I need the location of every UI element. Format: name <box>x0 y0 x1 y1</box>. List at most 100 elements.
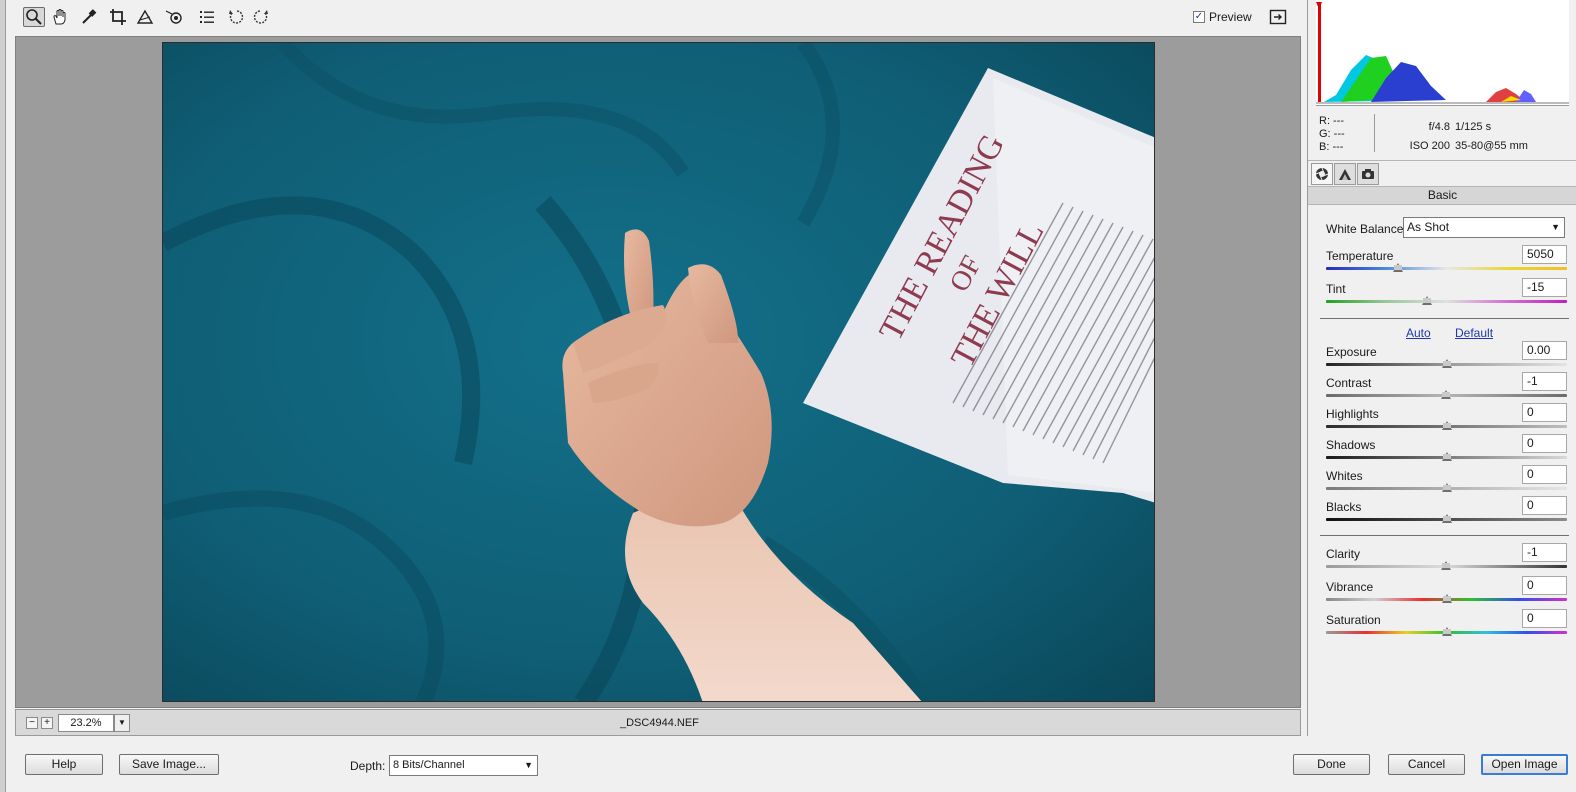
r-value: R: --- <box>1319 115 1345 127</box>
crop-tool-icon[interactable] <box>107 7 129 27</box>
vibrance-value-field[interactable]: 0 <box>1522 576 1567 595</box>
zoom-in-button[interactable]: + <box>41 717 53 729</box>
temperature-value-field[interactable]: 5050 <box>1522 245 1567 264</box>
whites-label: Whites <box>1326 469 1363 483</box>
exposure-right-column: 1/125 s 35-80@55 mm <box>1455 118 1528 156</box>
chevron-down-icon: ▼ <box>524 760 533 770</box>
tint-slider-row: Tint -15 <box>1326 278 1567 312</box>
clarity-slider-thumb[interactable] <box>1440 561 1451 570</box>
highlights-slider-thumb[interactable] <box>1441 421 1452 430</box>
exposure-slider-thumb[interactable] <box>1441 359 1452 368</box>
blacks-slider-row: Blacks 0 <box>1326 496 1567 530</box>
saturation-slider-row: Saturation 0 <box>1326 609 1567 643</box>
vibrance-label: Vibrance <box>1326 580 1374 594</box>
blacks-label: Blacks <box>1326 500 1362 514</box>
temperature-slider-row: Temperature 5050 <box>1326 245 1567 279</box>
help-button[interactable]: Help <box>25 754 103 775</box>
b-value: B: --- <box>1319 141 1344 153</box>
aperture-value: f/4.8 <box>1428 121 1450 133</box>
exposure-label: Exposure <box>1326 345 1377 359</box>
white-balance-select[interactable]: As Shot ▼ <box>1403 217 1565 238</box>
preferences-list-icon[interactable] <box>196 7 218 27</box>
redeye-tool-icon[interactable] <box>163 7 185 27</box>
status-bar: − + 23.2% ▼ _DSC4944.NEF <box>15 709 1301 736</box>
file-name: _DSC4944.NEF <box>620 717 699 729</box>
readout-divider <box>1374 114 1375 152</box>
vibrance-slider-thumb[interactable] <box>1441 594 1452 603</box>
clarity-value-field[interactable]: -1 <box>1522 543 1567 562</box>
temperature-slider-track[interactable] <box>1326 267 1567 270</box>
shadows-value-field[interactable]: 0 <box>1522 434 1567 453</box>
rotate-left-icon[interactable] <box>225 7 247 27</box>
white-balance-label: White Balance: <box>1326 222 1407 236</box>
chevron-down-icon: ▼ <box>1551 222 1560 232</box>
photo-artwork: THE READING OF THE WILL <box>163 43 1154 701</box>
tint-slider-track[interactable] <box>1326 300 1567 303</box>
histogram <box>1316 0 1569 106</box>
zoom-level-field[interactable]: 23.2% <box>58 714 114 732</box>
g-value: G: --- <box>1319 128 1345 140</box>
clarity-slider-row: Clarity -1 <box>1326 543 1567 577</box>
panel-title: Basic <box>1308 186 1576 205</box>
vibrance-slider-row: Vibrance 0 <box>1326 576 1567 610</box>
section-divider <box>1320 535 1569 536</box>
depth-label: Depth: <box>350 759 386 773</box>
temperature-slider-thumb[interactable] <box>1393 263 1404 272</box>
contrast-slider-row: Contrast -1 <box>1326 372 1567 406</box>
adjustments-panel: R: --- G: --- B: --- f/4.8 ISO 200 1/125… <box>1307 0 1576 736</box>
highlights-value-field[interactable]: 0 <box>1522 403 1567 422</box>
zoom-dropdown-button[interactable]: ▼ <box>114 714 130 732</box>
rgb-readout: R: --- G: --- B: --- <box>1319 115 1345 154</box>
clipping-bar <box>1318 4 1321 102</box>
white-balance-tool-icon[interactable] <box>78 7 100 27</box>
shadows-label: Shadows <box>1326 438 1376 452</box>
exposure-slider-row: Exposure 0.00 <box>1326 341 1567 375</box>
camera-info: R: --- G: --- B: --- f/4.8 ISO 200 1/125… <box>1316 108 1569 158</box>
contrast-label: Contrast <box>1326 376 1372 390</box>
auto-link[interactable]: Auto <box>1406 326 1431 340</box>
shadows-slider-thumb[interactable] <box>1441 452 1452 461</box>
depth-select[interactable]: 8 Bits/Channel ▼ <box>389 755 538 776</box>
cancel-button[interactable]: Cancel <box>1388 754 1465 775</box>
tint-slider-thumb[interactable] <box>1422 296 1433 305</box>
exposure-left-column: f/4.8 <box>1418 118 1450 137</box>
preview-checkbox[interactable]: ✓ <box>1193 11 1205 23</box>
highlights-label: Highlights <box>1326 407 1379 421</box>
blacks-value-field[interactable]: 0 <box>1522 496 1567 515</box>
tab-camera-icon[interactable] <box>1357 163 1379 185</box>
preview-toggle[interactable]: ✓ Preview <box>1193 10 1252 24</box>
preview-label: Preview <box>1209 10 1252 24</box>
contrast-slider-thumb[interactable] <box>1440 390 1451 399</box>
tab-tone-curve-icon[interactable] <box>1334 163 1356 185</box>
depth-value: 8 Bits/Channel <box>393 759 465 771</box>
straighten-tool-icon[interactable] <box>134 7 156 27</box>
zoom-tool-icon[interactable] <box>23 7 45 27</box>
window-edge <box>0 0 6 792</box>
fullscreen-toggle-icon[interactable] <box>1267 7 1289 27</box>
section-divider <box>1320 318 1569 319</box>
shutter-value: 1/125 s <box>1455 121 1492 133</box>
hand-tool-icon[interactable] <box>49 7 71 27</box>
exposure-value-field[interactable]: 0.00 <box>1522 341 1567 360</box>
open-image-button[interactable]: Open Image <box>1481 754 1568 775</box>
contrast-value-field[interactable]: -1 <box>1522 372 1567 391</box>
whites-slider-row: Whites 0 <box>1326 465 1567 499</box>
white-balance-value: As Shot <box>1407 220 1450 234</box>
image-canvas[interactable]: THE READING OF THE WILL <box>15 36 1301 708</box>
rotate-right-icon[interactable] <box>250 7 272 27</box>
tint-value-field[interactable]: -15 <box>1522 278 1567 297</box>
zoom-out-button[interactable]: − <box>26 717 38 729</box>
tab-basic-icon[interactable] <box>1311 163 1333 185</box>
iso-value: ISO 200 <box>1409 140 1450 152</box>
done-button[interactable]: Done <box>1293 754 1370 775</box>
tint-label: Tint <box>1326 282 1346 296</box>
whites-value-field[interactable]: 0 <box>1522 465 1567 484</box>
saturation-value-field[interactable]: 0 <box>1522 609 1567 628</box>
blacks-slider-thumb[interactable] <box>1441 514 1452 523</box>
save-image-button[interactable]: Save Image... <box>119 754 219 775</box>
default-link[interactable]: Default <box>1455 326 1493 340</box>
whites-slider-thumb[interactable] <box>1441 483 1452 492</box>
photo-preview[interactable]: THE READING OF THE WILL <box>162 42 1155 702</box>
panel-tabs <box>1308 160 1576 186</box>
saturation-slider-thumb[interactable] <box>1441 627 1452 636</box>
